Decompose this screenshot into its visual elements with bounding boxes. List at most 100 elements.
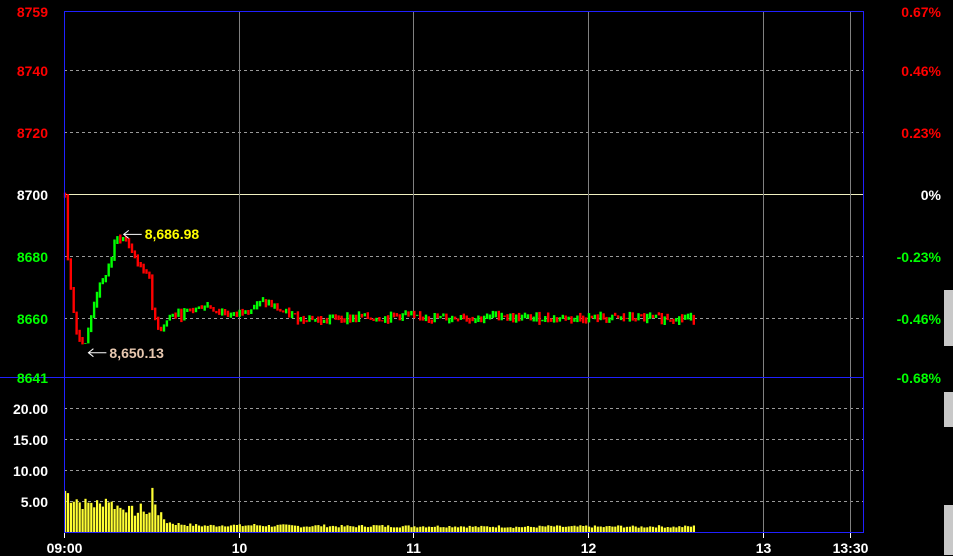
volume-bar bbox=[168, 522, 171, 532]
volume-bar bbox=[410, 527, 413, 532]
volume-bar bbox=[244, 525, 247, 532]
volume-bar bbox=[608, 526, 611, 532]
volume-bar bbox=[334, 526, 337, 532]
volume-bar bbox=[224, 526, 227, 532]
volume-bar bbox=[113, 509, 116, 532]
volume-bar bbox=[518, 527, 521, 532]
volume-bar bbox=[122, 509, 125, 532]
volume-bar bbox=[532, 527, 535, 532]
price-bars bbox=[63, 192, 695, 345]
volume-bar bbox=[235, 525, 238, 532]
volume-bar bbox=[547, 525, 550, 532]
volume-bar bbox=[323, 524, 326, 532]
volume-bar bbox=[81, 509, 84, 532]
volume-bar bbox=[276, 524, 279, 532]
volume-bar bbox=[320, 526, 323, 532]
volume-bar bbox=[521, 527, 524, 532]
volume-bar bbox=[90, 502, 93, 532]
volume-bar bbox=[401, 526, 404, 532]
grid-lines bbox=[64, 11, 863, 538]
volume-bar bbox=[561, 526, 564, 532]
price-tick-label: 8660 bbox=[16, 310, 48, 327]
volume-bar bbox=[163, 519, 166, 532]
volume-bar bbox=[160, 512, 163, 532]
volume-bar bbox=[622, 527, 626, 532]
volume-bar bbox=[206, 525, 209, 532]
volume-bar bbox=[337, 527, 340, 532]
volume-bar bbox=[398, 527, 401, 532]
volume-bar bbox=[238, 524, 241, 532]
volume-bar bbox=[259, 525, 262, 532]
volume-bar bbox=[125, 512, 128, 532]
volume-bar bbox=[267, 525, 270, 532]
volume-bars bbox=[64, 487, 695, 532]
volume-bar bbox=[360, 525, 364, 532]
volume-bar bbox=[445, 527, 448, 532]
time-tick-label: 09:00 bbox=[46, 540, 83, 556]
time-tick-label: 12 bbox=[580, 540, 597, 556]
volume-bar bbox=[567, 526, 570, 532]
volume-bar bbox=[413, 526, 416, 532]
volume-bar bbox=[538, 525, 541, 532]
percent-tick-label: 0.23% bbox=[901, 124, 941, 141]
volume-bar bbox=[553, 526, 556, 532]
volume-bar bbox=[384, 526, 387, 532]
volume-bar bbox=[314, 525, 317, 532]
volume-bar bbox=[457, 527, 460, 532]
volume-bar bbox=[157, 515, 160, 532]
scroll-thumb-top[interactable] bbox=[944, 290, 953, 346]
volume-bar bbox=[116, 505, 119, 532]
volume-bar bbox=[486, 526, 489, 532]
volume-bar bbox=[692, 525, 695, 532]
volume-bar bbox=[430, 527, 433, 532]
volume-bar bbox=[221, 525, 224, 532]
volume-bar bbox=[439, 527, 442, 532]
volume-bar bbox=[489, 527, 492, 532]
volume-bar bbox=[340, 525, 343, 532]
volume-bar bbox=[363, 526, 366, 532]
volume-bar bbox=[407, 525, 410, 532]
volume-bar bbox=[294, 525, 297, 532]
volume-tick-label: 15.00 bbox=[12, 431, 48, 448]
right-scrollbar[interactable] bbox=[944, 0, 953, 555]
volume-bar bbox=[675, 527, 678, 532]
volume-bar bbox=[416, 527, 419, 532]
volume-bar bbox=[425, 527, 428, 532]
volume-bar bbox=[101, 506, 104, 532]
volume-bar bbox=[599, 526, 602, 532]
scroll-thumb-bottom[interactable] bbox=[944, 505, 953, 555]
volume-bar bbox=[279, 524, 282, 532]
volume-bar bbox=[393, 527, 396, 532]
price-tick-label: 8641 bbox=[16, 369, 48, 386]
volume-bar bbox=[474, 526, 477, 532]
volume-bar bbox=[142, 511, 145, 532]
volume-bar bbox=[200, 526, 203, 532]
volume-bar bbox=[442, 527, 445, 532]
volume-bar bbox=[617, 525, 620, 532]
volume-bar bbox=[585, 525, 588, 532]
volume-bar bbox=[468, 525, 471, 532]
volume-bar bbox=[471, 526, 474, 532]
volume-bar bbox=[459, 526, 463, 532]
volume-bar bbox=[593, 525, 596, 532]
scroll-thumb-mid[interactable] bbox=[944, 392, 953, 427]
volume-bar bbox=[177, 523, 180, 532]
volume-bar bbox=[614, 526, 617, 532]
volume-bar bbox=[227, 526, 230, 532]
volume-bar bbox=[133, 515, 137, 532]
volume-bar bbox=[573, 525, 576, 532]
volume-bar bbox=[209, 524, 212, 532]
volume-bar bbox=[465, 527, 468, 532]
volume-bar bbox=[570, 526, 573, 532]
volume-bar bbox=[215, 526, 218, 532]
volume-bar bbox=[681, 527, 684, 532]
volume-bar bbox=[454, 526, 457, 532]
volume-bar bbox=[285, 524, 288, 532]
volume-bar bbox=[462, 526, 465, 532]
volume-bar bbox=[535, 527, 538, 532]
volume-bar bbox=[649, 526, 652, 532]
volume-bar bbox=[480, 525, 483, 532]
volume-bar bbox=[509, 527, 512, 532]
time-tick-label: 13:30 bbox=[832, 540, 869, 556]
time-tick-label: 10 bbox=[231, 540, 248, 556]
